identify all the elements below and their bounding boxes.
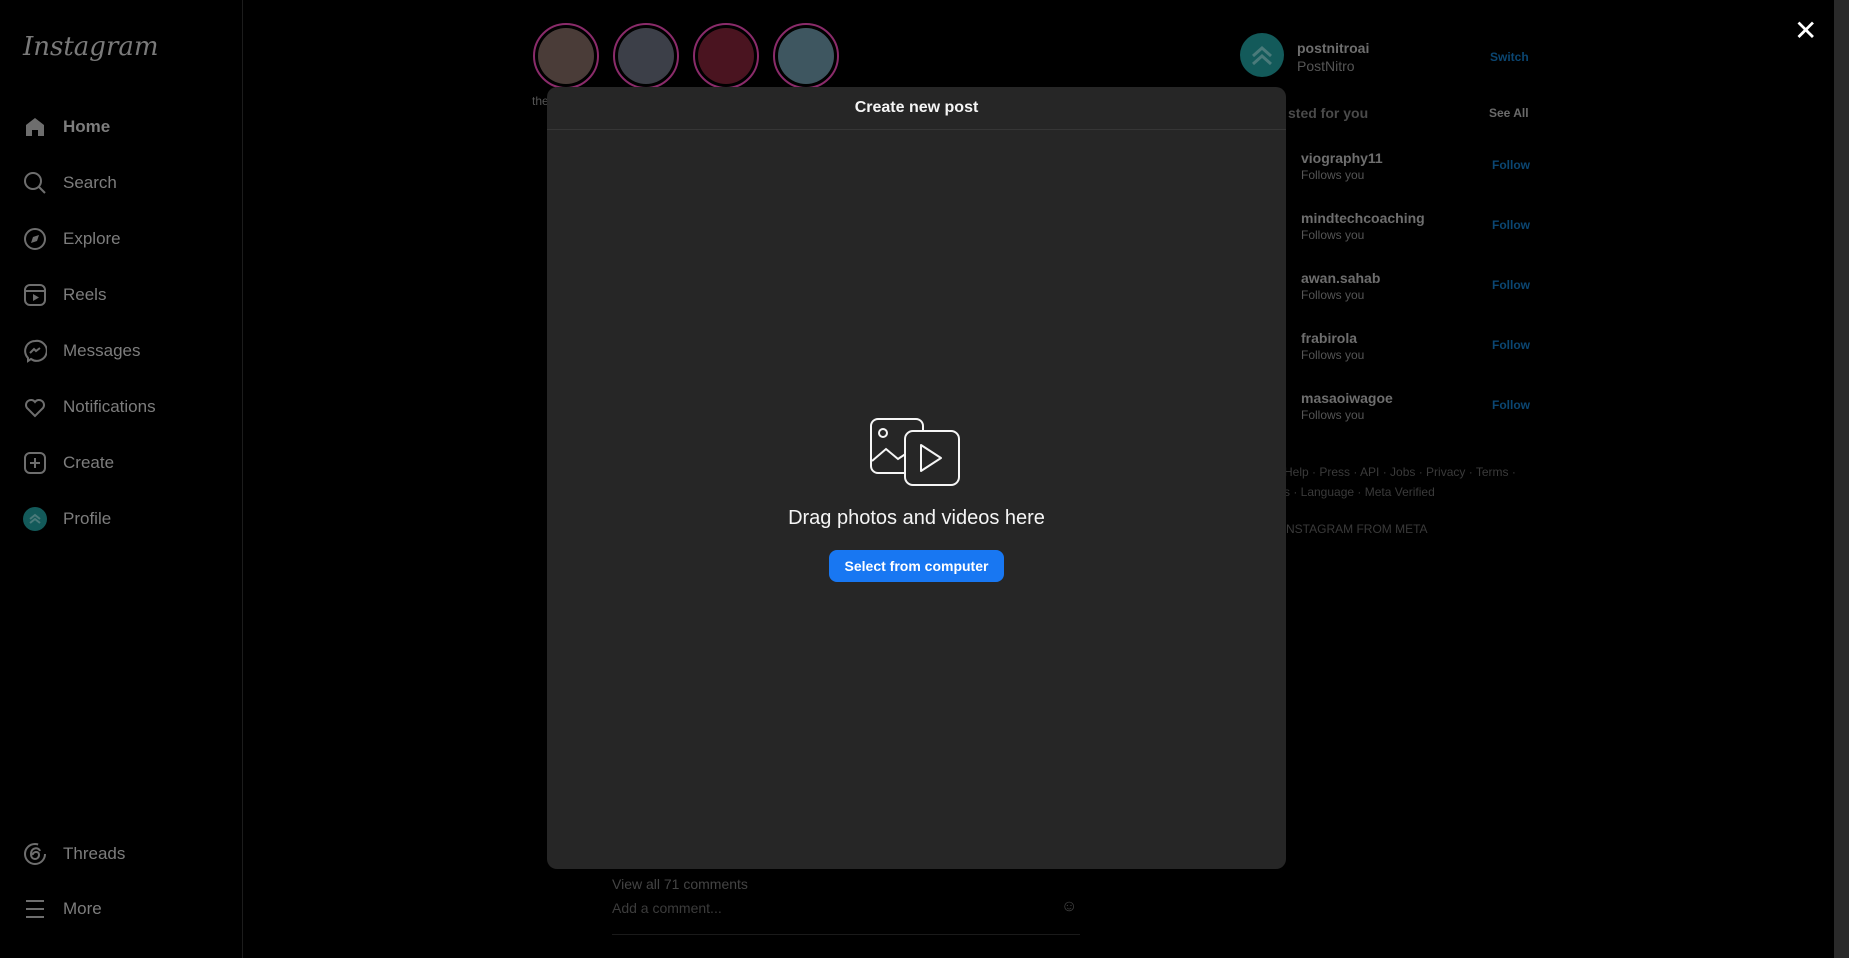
scrollbar[interactable] [1834, 0, 1849, 958]
nav-profile[interactable]: Profile [23, 499, 223, 539]
suggestion-username[interactable]: awan.sahab [1301, 270, 1380, 286]
comment-input[interactable]: Add a comment... [612, 900, 1080, 916]
home-icon [23, 115, 47, 139]
story-avatar[interactable] [693, 23, 759, 89]
photo-video-icon [870, 418, 960, 486]
emoji-icon[interactable]: ☺ [1061, 898, 1077, 916]
copyright: NSTAGRAM FROM META [1286, 522, 1428, 536]
nav-label: Explore [63, 229, 121, 248]
reels-icon [23, 283, 47, 307]
plus-square-icon [23, 451, 47, 475]
suggestion-subtitle: Follows you [1301, 168, 1365, 182]
nav-label: Search [63, 173, 117, 192]
suggestion-row: frabirola Follows you Follow [1260, 330, 1530, 374]
suggestion-subtitle: Follows you [1301, 348, 1365, 362]
search-icon [23, 171, 47, 195]
story-avatar[interactable] [533, 23, 599, 89]
follow-button[interactable]: Follow [1492, 218, 1530, 232]
nav-reels[interactable]: Reels [23, 275, 223, 315]
suggested-heading: sted for you [1288, 105, 1369, 121]
suggestion-subtitle: Follows you [1301, 228, 1365, 242]
avatar [23, 507, 47, 531]
suggestion-row: mindtechcoaching Follows you Follow [1260, 210, 1530, 254]
nav-notifications[interactable]: Notifications [23, 387, 223, 427]
story-avatar[interactable] [613, 23, 679, 89]
follow-button[interactable]: Follow [1492, 338, 1530, 352]
account-avatar[interactable] [1240, 33, 1284, 77]
suggestion-subtitle: Follows you [1301, 288, 1365, 302]
follow-button[interactable]: Follow [1492, 278, 1530, 292]
nav-label: Home [63, 117, 111, 136]
nav-more[interactable]: More [23, 889, 223, 929]
create-post-modal: Create new post Drag photos and videos h… [547, 87, 1286, 869]
nav-search[interactable]: Search [23, 163, 223, 203]
compass-icon [23, 227, 47, 251]
divider [612, 934, 1080, 935]
nav-messages[interactable]: Messages [23, 331, 223, 371]
follow-button[interactable]: Follow [1492, 158, 1530, 172]
nav-label: More [63, 899, 102, 918]
nav-threads[interactable]: Threads [23, 834, 223, 874]
nav-label: Threads [63, 844, 126, 863]
sidebar: Instagram Home Search Explore Reels Mess… [0, 0, 243, 958]
nav-home[interactable]: Home [23, 107, 223, 147]
switch-link[interactable]: Switch [1490, 50, 1529, 64]
suggestion-row: awan.sahab Follows you Follow [1260, 270, 1530, 314]
heart-icon [23, 395, 47, 419]
footer-links[interactable]: Help · Press · API · Jobs · Privacy · Te… [1284, 465, 1516, 479]
view-comments-link[interactable]: View all 71 comments [612, 876, 748, 892]
menu-icon [23, 897, 47, 921]
footer-links[interactable]: s · Language · Meta Verified [1284, 485, 1435, 499]
suggestion-username[interactable]: masaoiwagoe [1301, 390, 1393, 406]
account-username[interactable]: postnitroai [1297, 40, 1369, 56]
close-icon[interactable]: ✕ [1794, 14, 1817, 47]
drag-instructions: Drag photos and videos here [788, 507, 1045, 529]
follow-button[interactable]: Follow [1492, 398, 1530, 412]
story-avatar[interactable] [773, 23, 839, 89]
nav-label: Reels [63, 285, 107, 304]
messenger-icon [23, 339, 47, 363]
nav-create[interactable]: Create [23, 443, 223, 483]
suggestion-username[interactable]: mindtechcoaching [1301, 210, 1425, 226]
select-from-computer-button[interactable]: Select from computer [829, 550, 1004, 582]
suggestion-subtitle: Follows you [1301, 408, 1365, 422]
see-all-link[interactable]: See All [1489, 106, 1529, 120]
nav-label: Create [63, 453, 115, 472]
suggestion-row: masaoiwagoe Follows you Follow [1260, 390, 1530, 434]
instagram-logo[interactable]: Instagram [23, 32, 159, 62]
account-fullname: PostNitro [1297, 58, 1355, 74]
nav-explore[interactable]: Explore [23, 219, 223, 259]
suggestion-username[interactable]: viography11 [1301, 150, 1383, 166]
nav-label: Profile [63, 509, 112, 528]
threads-icon [23, 842, 47, 866]
suggestion-username[interactable]: frabirola [1301, 330, 1357, 346]
nav-label: Messages [63, 341, 141, 360]
suggestion-row: viography11 Follows you Follow [1260, 150, 1530, 194]
modal-title: Create new post [547, 87, 1286, 130]
nav-label: Notifications [63, 397, 156, 416]
